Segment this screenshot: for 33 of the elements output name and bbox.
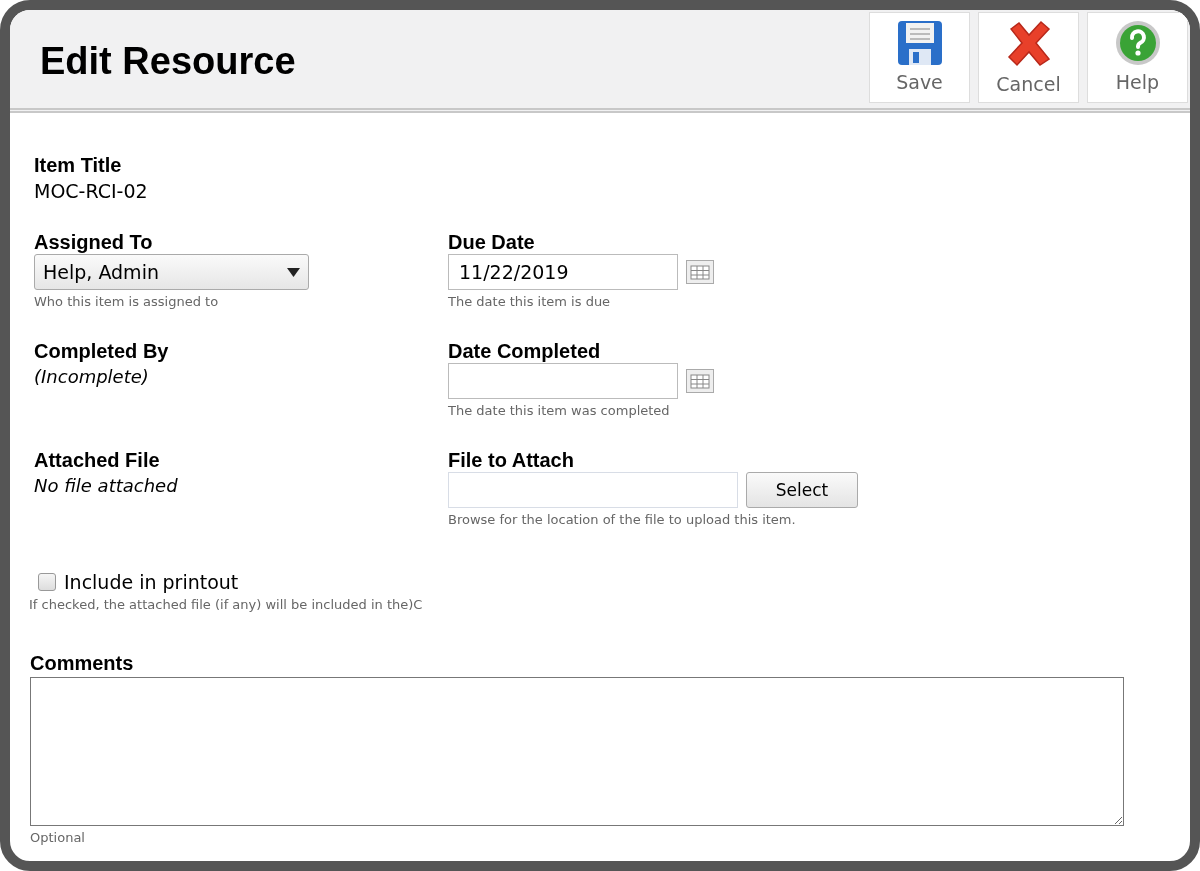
field-label: Completed By <box>34 339 170 363</box>
calendar-icon <box>686 369 714 393</box>
help-icon <box>1113 19 1162 67</box>
field-label: Date Completed <box>448 339 602 363</box>
date-field[interactable]: 11/22/2019 <box>448 254 678 290</box>
hint-text: The date this item was completed <box>448 403 671 419</box>
date-field[interactable] <box>448 363 678 399</box>
hint-text: If checked, the attached file (if any) will be included in the)C <box>29 597 424 613</box>
field-label: Comments <box>30 651 135 675</box>
checkbox-label: Include in printout <box>64 571 239 593</box>
hint-text: The date this item is due <box>448 294 612 310</box>
field-label: Item Title <box>34 153 123 177</box>
field-value: No file attached <box>34 474 178 498</box>
field-label: Attached File <box>34 448 161 472</box>
hint-text: Who this item is assigned to <box>34 294 220 310</box>
field-value: MOC-RCI-02 <box>34 179 149 204</box>
caret-icon <box>287 267 300 277</box>
field-label: File to Attach <box>448 448 575 472</box>
field-value: (Incomplete) <box>34 365 149 389</box>
cancel-button[interactable]: Cancel <box>978 12 1079 103</box>
save-button[interactable]: Save <box>869 12 970 103</box>
file-field[interactable] <box>448 472 738 508</box>
help-button[interactable]: Help <box>1087 12 1188 103</box>
hint-text: Browse for the location of the file to upload this item. <box>448 512 797 528</box>
field-label: Due Date <box>448 230 536 254</box>
select-button[interactable]: Select <box>746 472 858 508</box>
page-title: Edit Resource <box>40 40 296 83</box>
hint-text: Optional <box>30 830 86 846</box>
field-label: Assigned To <box>34 230 154 254</box>
checkbox[interactable] <box>38 573 56 591</box>
comments-field[interactable] <box>30 677 1124 826</box>
dropdown[interactable]: Help, Admin <box>34 254 309 290</box>
calendar-icon <box>686 260 714 284</box>
